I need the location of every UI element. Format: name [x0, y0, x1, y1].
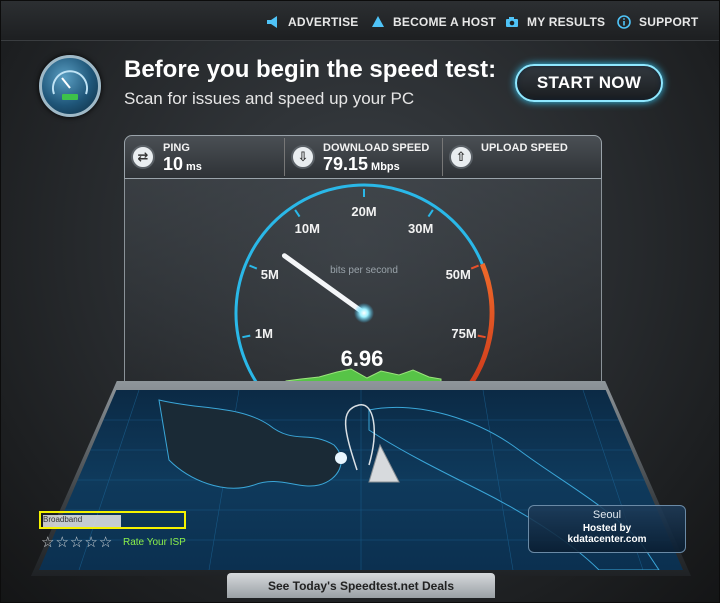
gauge-scale-label: 50M — [446, 267, 471, 282]
isp-rating-stars[interactable]: ☆ ☆ ☆ ☆ ☆ — [41, 535, 112, 550]
gauge-tick — [294, 209, 301, 218]
gauge-tick — [477, 334, 486, 339]
star-icon[interactable]: ☆ — [84, 535, 97, 550]
gauge-tick — [242, 334, 251, 339]
gauge-scale-label: 1M — [255, 326, 273, 341]
gauge-tick — [470, 264, 479, 270]
server-host: kdatacenter.com — [567, 534, 647, 545]
connection-arc — [344, 404, 375, 471]
gauge-tick — [427, 209, 434, 218]
isp-name: Broadband — [43, 515, 121, 527]
gauge-reading: 6.96 — [341, 346, 384, 371]
gauge-scale-label: 10M — [295, 221, 320, 236]
gauge-scale-label: 20M — [351, 204, 376, 219]
star-icon[interactable]: ☆ — [55, 535, 68, 550]
user-location-icon — [335, 452, 347, 464]
gauge-tick — [249, 264, 258, 270]
star-icon[interactable]: ☆ — [70, 535, 83, 550]
server-info: Seoul Hosted by kdatacenter.com — [528, 505, 686, 553]
server-pyramid-icon — [368, 443, 400, 483]
gauge-caption: bits per second — [330, 265, 398, 276]
server-hosted-label: Hosted by — [582, 523, 632, 534]
server-city: Seoul — [592, 509, 622, 521]
gauge-scale-label: 5M — [261, 267, 279, 282]
speedtest-window: ADVERTISE BECOME A HOST MY RESULTS SUPPO… — [0, 0, 720, 603]
rate-isp-link[interactable]: Rate Your ISP — [123, 537, 186, 548]
star-icon[interactable]: ☆ — [99, 535, 112, 550]
map-landmass — [158, 399, 342, 489]
star-icon[interactable]: ☆ — [41, 535, 54, 550]
gauge-hub — [354, 303, 374, 323]
deals-tab[interactable]: See Today's Speedtest.net Deals — [227, 573, 495, 598]
gauge-scale-label: 75M — [451, 326, 476, 341]
gauge-scale-label: 30M — [408, 221, 433, 236]
